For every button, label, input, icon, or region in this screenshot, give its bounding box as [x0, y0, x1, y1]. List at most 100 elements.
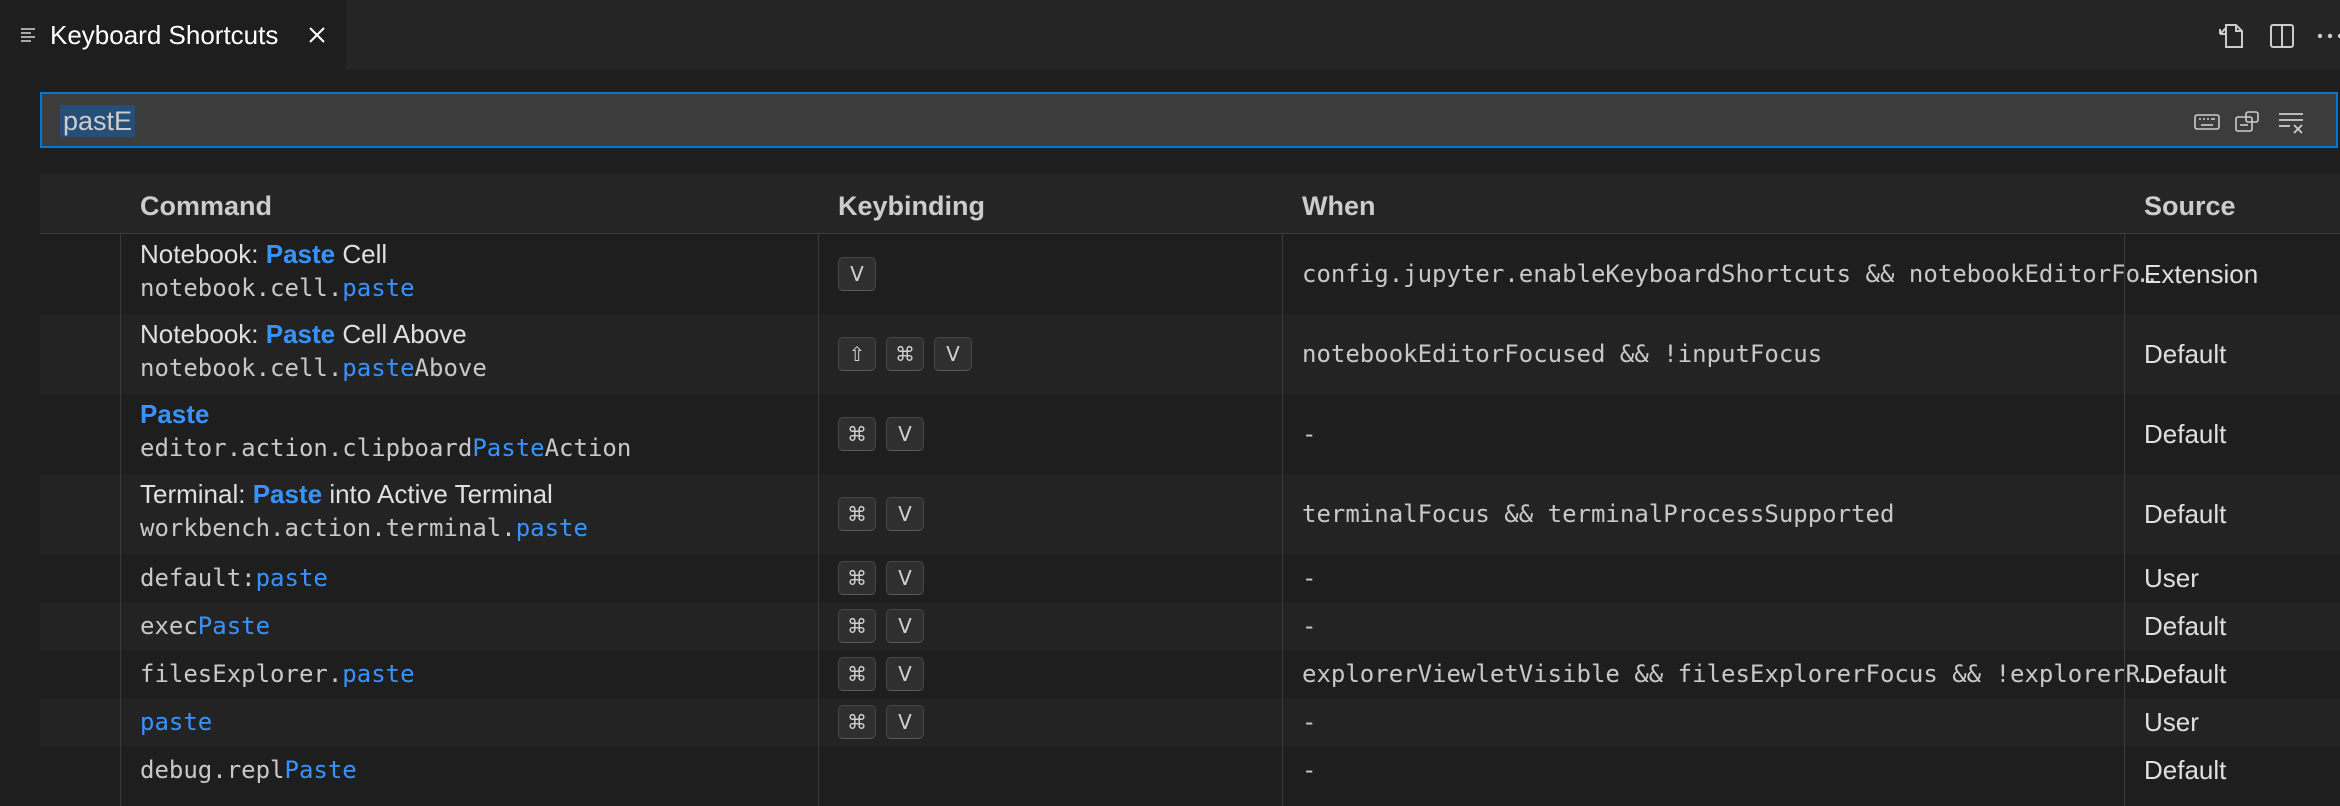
command-title: Notebook: Paste Cell Above — [140, 319, 467, 349]
search-match-highlight: Paste — [265, 319, 336, 349]
command-id: editor.action.clipboardPasteAction — [140, 433, 631, 463]
key-cap: ⌘ — [838, 657, 876, 691]
keybinding-keys: ⌘ V — [838, 609, 924, 643]
table-row[interactable]: execPaste ⌘ V - Default — [40, 602, 2340, 650]
text-segment: into Active Terminal — [322, 479, 553, 509]
table-header: Command Keybinding When Source — [40, 174, 2340, 234]
when-clause: - — [1302, 612, 1317, 640]
search-match-highlight: paste — [342, 354, 415, 382]
column-divider[interactable] — [2124, 234, 2125, 806]
source-value: Default — [2144, 419, 2227, 449]
text-segment: Action — [544, 434, 632, 462]
command-id: execPaste — [140, 611, 270, 641]
key-cap: V — [934, 337, 972, 371]
keybindings-search-input[interactable]: pastE — [40, 92, 2338, 148]
text-segment: workbench.action.terminal. — [140, 514, 516, 542]
table-row[interactable]: Notebook: Paste Cell Above notebook.cell.… — [40, 314, 2340, 394]
source-value: Default — [2144, 499, 2227, 529]
source-value: User — [2144, 563, 2199, 593]
command-id: debug.replPaste — [140, 755, 357, 785]
search-match-highlight: paste — [140, 708, 213, 736]
text-segment: default: — [140, 564, 256, 592]
command-id: filesExplorer.paste — [140, 659, 415, 689]
text-segment: Notebook: — [140, 319, 266, 349]
search-match-highlight: Paste — [252, 479, 323, 509]
text-segment: Terminal: — [140, 479, 253, 509]
source-value: Default — [2144, 339, 2227, 369]
column-divider[interactable] — [818, 234, 819, 806]
when-clause: terminalFocus && terminalProcessSupporte… — [1302, 500, 1895, 528]
column-divider[interactable] — [120, 234, 121, 806]
command-id: default:paste — [140, 563, 328, 593]
when-clause: - — [1302, 708, 1317, 736]
search-match-highlight: Paste — [265, 239, 336, 269]
command-title: Terminal: Paste into Active Terminal — [140, 479, 553, 509]
key-cap: V — [886, 497, 924, 531]
keybinding-keys: ⌘ V — [838, 705, 924, 739]
key-cap: V — [838, 257, 876, 291]
key-cap: ⌘ — [886, 337, 924, 371]
text-segment: Cell — [335, 239, 388, 269]
keybinding-keys: ⌘ V — [838, 417, 924, 451]
tab-title: Keyboard Shortcuts — [50, 20, 279, 50]
when-clause: - — [1302, 420, 1317, 448]
table-row[interactable]: Terminal: Paste into Active Terminal work… — [40, 474, 2340, 554]
command-title: Paste — [140, 399, 209, 429]
column-header-when[interactable]: When — [1302, 190, 1376, 222]
keybindings-table: Command Keybinding When Source Notebook:… — [40, 174, 2340, 806]
text-segment: exec — [140, 612, 198, 640]
key-cap: V — [886, 561, 924, 595]
source-value: User — [2144, 707, 2199, 737]
search-match-highlight: paste — [255, 564, 328, 592]
command-id: paste — [140, 707, 212, 737]
search-match-highlight: Paste — [197, 612, 271, 640]
table-row[interactable]: default:paste ⌘ V - User — [40, 554, 2340, 602]
text-segment: debug.repl — [140, 756, 285, 784]
table-row[interactable]: filesExplorer.paste ⌘ VexplorerViewletVisi… — [40, 650, 2340, 698]
tab-keyboard-shortcuts[interactable]: Keyboard Shortcuts — [0, 0, 346, 70]
key-cap: V — [886, 417, 924, 451]
table-row[interactable]: Notebook: Paste Cell notebook.cell.paste V… — [40, 234, 2340, 314]
table-row[interactable]: paste ⌘ V - User — [40, 698, 2340, 746]
open-keybindings-json-icon[interactable] — [2214, 18, 2250, 54]
source-value: Extension — [2144, 259, 2259, 289]
key-cap: ⌘ — [838, 417, 876, 451]
column-header-source[interactable]: Source — [2144, 190, 2236, 222]
table-row[interactable]: Paste editor.action.clipboardPasteAction ⌘… — [40, 394, 2340, 474]
command-id: workbench.action.terminal.paste — [140, 513, 588, 543]
when-clause: config.jupyter.enableKeyboardShortcuts &… — [1302, 260, 2162, 288]
search-match-highlight: Paste — [472, 434, 545, 462]
key-cap: ⇧ — [838, 337, 876, 371]
search-value: pastE — [60, 105, 136, 137]
key-cap: V — [886, 609, 924, 643]
text-segment: Above — [414, 354, 487, 382]
command-id: notebook.cell.paste — [140, 273, 415, 303]
key-cap: ⌘ — [838, 609, 876, 643]
keybinding-keys: ⇧ ⌘ V — [838, 337, 972, 371]
search-match-highlight: paste — [342, 660, 415, 688]
search-match-highlight: paste — [515, 514, 588, 542]
close-icon[interactable] — [305, 23, 329, 47]
editor-tab-bar: Keyboard Shortcuts — [0, 0, 2340, 70]
when-clause: - — [1302, 756, 1317, 784]
sort-by-precedence-icon[interactable] — [2232, 107, 2262, 137]
text-segment: notebook.cell. — [140, 354, 343, 382]
column-header-keybinding[interactable]: Keybinding — [838, 190, 985, 222]
keybinding-keys: V — [838, 257, 876, 291]
record-keys-icon[interactable] — [2192, 107, 2222, 137]
when-clause: - — [1302, 564, 1317, 592]
text-segment: Notebook: — [140, 239, 266, 269]
keybinding-keys: ⌘ V — [838, 657, 924, 691]
keyboard-shortcuts-list-icon — [21, 28, 35, 42]
split-editor-icon[interactable] — [2264, 18, 2300, 54]
column-header-command[interactable]: Command — [140, 190, 272, 222]
when-clause: notebookEditorFocused && !inputFocus — [1302, 340, 1823, 368]
clear-search-icon[interactable] — [2276, 107, 2306, 137]
table-row[interactable]: debug.replPaste - Default — [40, 746, 2340, 794]
command-title: Notebook: Paste Cell — [140, 239, 387, 269]
key-cap: V — [886, 657, 924, 691]
keybinding-keys: ⌘ V — [838, 561, 924, 595]
keybinding-keys: ⌘ V — [838, 497, 924, 531]
column-divider[interactable] — [1282, 234, 1283, 806]
more-actions-icon[interactable] — [2312, 18, 2340, 54]
